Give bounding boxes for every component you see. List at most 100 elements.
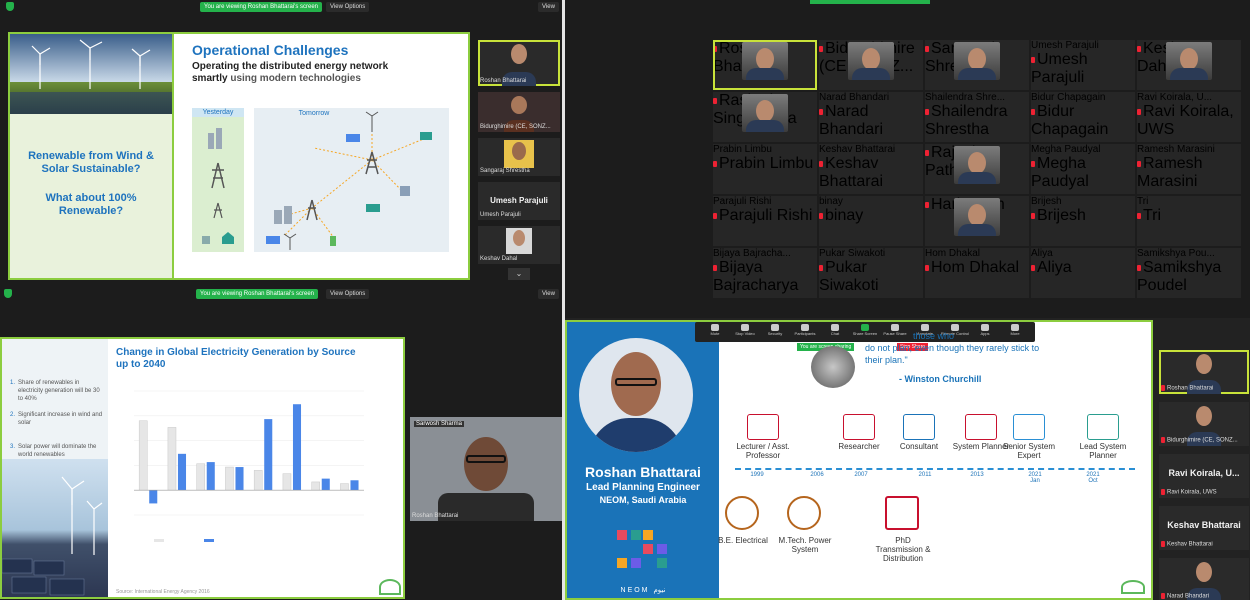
- participant-tile[interactable]: Tri Tri: [1137, 196, 1241, 246]
- participant-name-text: Parajuli Rishi: [719, 207, 813, 224]
- view-options-button[interactable]: View Options: [326, 289, 370, 299]
- slide-divider: [172, 34, 174, 278]
- avatar: [862, 48, 880, 70]
- participant-tile[interactable]: Prabin Limbu Prabin Limbu: [713, 144, 817, 194]
- timeline-role: Lead System Planner: [1079, 442, 1127, 460]
- participant-tile[interactable]: Hari Mann: [925, 196, 1029, 246]
- participant-video: [742, 42, 788, 80]
- participant-name: Parajuli Rishi: [713, 207, 812, 224]
- slide-left-panel: 1. Share of renewables in electricity gen…: [2, 339, 108, 597]
- avatar: [513, 230, 525, 246]
- mic-muted-icon: [819, 212, 823, 219]
- participant-tile[interactable]: Pukar Siwakoti Pukar Siwakoti: [819, 248, 923, 298]
- participant-name-text: Megha Paudyal: [1031, 155, 1089, 190]
- participant-name: Keshav Bhattarai: [1161, 541, 1213, 548]
- question-100-percent: What about 100% Renewable?: [45, 192, 137, 217]
- participant-tile[interactable]: Ravi Koirala, U... Ravi Koirala, UWS: [1137, 92, 1241, 142]
- participant-tile-bidur[interactable]: Bidurghimire (CE, SONZ...: [478, 92, 560, 132]
- participant-video: [954, 198, 1000, 236]
- mic-muted-icon: [1161, 541, 1165, 548]
- participant-big-name: Megha Paudyal: [1031, 144, 1101, 155]
- participant-tile[interactable]: Narad Bhandari: [1159, 558, 1249, 600]
- participant-tile[interactable]: Parajuli Rishi Parajuli Rishi: [713, 196, 817, 246]
- avatar-body: [958, 172, 996, 184]
- gallery-grid: Roshan BhattaraiBidurghimire (CE, SONZ..…: [713, 40, 1250, 310]
- participant-tile[interactable]: Rashmi Singh Rana: [713, 92, 817, 142]
- top-left-shared-screen: You are viewing Roshan Bhattarai's scree…: [0, 0, 565, 287]
- timeline-year: 2011: [918, 472, 932, 478]
- participant-tile[interactable]: Aliya Aliya: [1031, 248, 1135, 298]
- timeline-year: 1999: [750, 472, 764, 478]
- participant-tile[interactable]: Umesh Parajuli Umesh Parajuli: [1031, 40, 1135, 90]
- participant-tile[interactable]: Rajesh Pathak: [925, 144, 1029, 194]
- participant-name: Sangaraj Shrestha: [480, 168, 530, 174]
- scroll-down-icon[interactable]: ⌄: [508, 268, 530, 280]
- avatar: [1196, 406, 1212, 426]
- participant-tile[interactable]: Keshav Bhattarai Keshav Bhattarai: [1159, 506, 1249, 550]
- question-renewable: Renewable from Wind & Solar Sustainable?: [28, 150, 154, 175]
- employer-logo-icon: [1013, 414, 1045, 440]
- mic-muted-icon: [1161, 437, 1165, 444]
- participant-tile[interactable]: Bijaya Bajracha... Bijaya Bajracharya: [713, 248, 817, 298]
- avatar-body: [852, 68, 890, 80]
- participant-tile-roshan[interactable]: Roshan Bhattarai: [478, 40, 560, 86]
- timeline-role: Senior System Expert: [1002, 442, 1056, 460]
- participant-tile[interactable]: Shailendra Shre... Shailendra Shrestha: [925, 92, 1029, 142]
- participant-video: [954, 146, 1000, 184]
- shield-icon[interactable]: [6, 2, 14, 11]
- participant-name-text: binay: [825, 207, 864, 224]
- mic-muted-icon: [925, 264, 929, 271]
- participant-tile[interactable]: Ramesh Marasini Ramesh Marasini: [1137, 144, 1241, 194]
- speaker-video-tile[interactable]: Sarwosh Sharma Roshan Bhattarai: [410, 417, 562, 521]
- participant-tile[interactable]: Bidur Chapagain Bidur Chapagain: [1031, 92, 1135, 142]
- mic-muted-icon: [1031, 108, 1035, 115]
- participant-big-name: Parajuli Rishi: [713, 196, 772, 207]
- participant-big-name: Brijesh: [1031, 196, 1062, 207]
- participant-tile[interactable]: Roshan Bhattarai: [713, 40, 817, 90]
- participant-big-name: Bijaya Bajracha...: [713, 248, 791, 259]
- participant-name: Aliya: [1031, 259, 1072, 276]
- view-button[interactable]: View: [538, 2, 559, 12]
- view-button[interactable]: View: [538, 289, 559, 299]
- view-options-button[interactable]: View Options: [326, 2, 370, 12]
- mic-muted-icon: [1137, 264, 1141, 271]
- participant-tile[interactable]: Brijesh Brijesh: [1031, 196, 1135, 246]
- participant-big-name: Keshav Bhattarai: [819, 144, 896, 155]
- participant-tile[interactable]: Ravi Koirala, U... Ravi Koirala, UWS: [1159, 454, 1249, 498]
- participant-name: Bidur Chapagain: [1031, 103, 1108, 138]
- bottom-left-shared-screen: You are viewing Roshan Bhattarai's scree…: [0, 287, 562, 600]
- chart-title-1: Change in Global Electricity Generation …: [116, 347, 356, 358]
- participant-name-text: Brijesh: [1037, 207, 1086, 224]
- participant-big-name: Narad Bhandari: [819, 92, 890, 103]
- participant-tile[interactable]: Narad Bhandari Narad Bhandari: [819, 92, 923, 142]
- tomorrow-panel: Tomorrow: [254, 108, 449, 252]
- participant-tile[interactable]: Roshan Bhattarai: [1159, 350, 1249, 394]
- participant-name: Narad Bhandari: [819, 103, 883, 138]
- participant-name: Ramesh Marasini: [1137, 155, 1203, 190]
- participant-tile[interactable]: Bidurghimire (CE, SONZ...: [1159, 402, 1249, 446]
- participant-tile[interactable]: Sangaraj Shrestha: [925, 40, 1029, 90]
- chart-bar: [206, 462, 215, 491]
- participant-tile[interactable]: Hom Dhakal Hom Dhakal: [925, 248, 1029, 298]
- mic-muted-icon: [1137, 108, 1141, 115]
- participant-tile-umesh[interactable]: Umesh Parajuli Umesh Parajuli: [478, 182, 560, 220]
- mic-muted-icon: [1031, 160, 1035, 167]
- participant-name: Prabin Limbu: [713, 155, 813, 172]
- participant-tile[interactable]: Samikshya Pou... Samikshya Poudel: [1137, 248, 1241, 298]
- participant-tile-keshav[interactable]: Keshav Dahal: [478, 226, 560, 264]
- avatar-body: [746, 120, 784, 132]
- timeline-role: Consultant: [899, 442, 939, 451]
- participant-name: Umesh Parajuli: [1031, 51, 1088, 86]
- participant-tile-sangaraj[interactable]: Sangaraj Shrestha: [478, 138, 560, 176]
- participant-tile[interactable]: Keshav Dahal: [1137, 40, 1241, 90]
- participant-tile[interactable]: Megha Paudyal Megha Paudyal: [1031, 144, 1135, 194]
- participant-video: [954, 42, 1000, 80]
- participant-name: Keshav Dahal: [480, 256, 518, 262]
- participant-tile[interactable]: binay binay: [819, 196, 923, 246]
- university-logo-icon: [787, 496, 821, 530]
- participant-name: Ravi Koirala, UWS: [1137, 103, 1234, 138]
- participant-tile[interactable]: Keshav Bhattarai Keshav Bhattarai: [819, 144, 923, 194]
- shield-icon[interactable]: [4, 289, 12, 298]
- participant-big-name: Tri: [1137, 196, 1149, 207]
- participant-tile[interactable]: Bidurghimire (CE, SONZ...: [819, 40, 923, 90]
